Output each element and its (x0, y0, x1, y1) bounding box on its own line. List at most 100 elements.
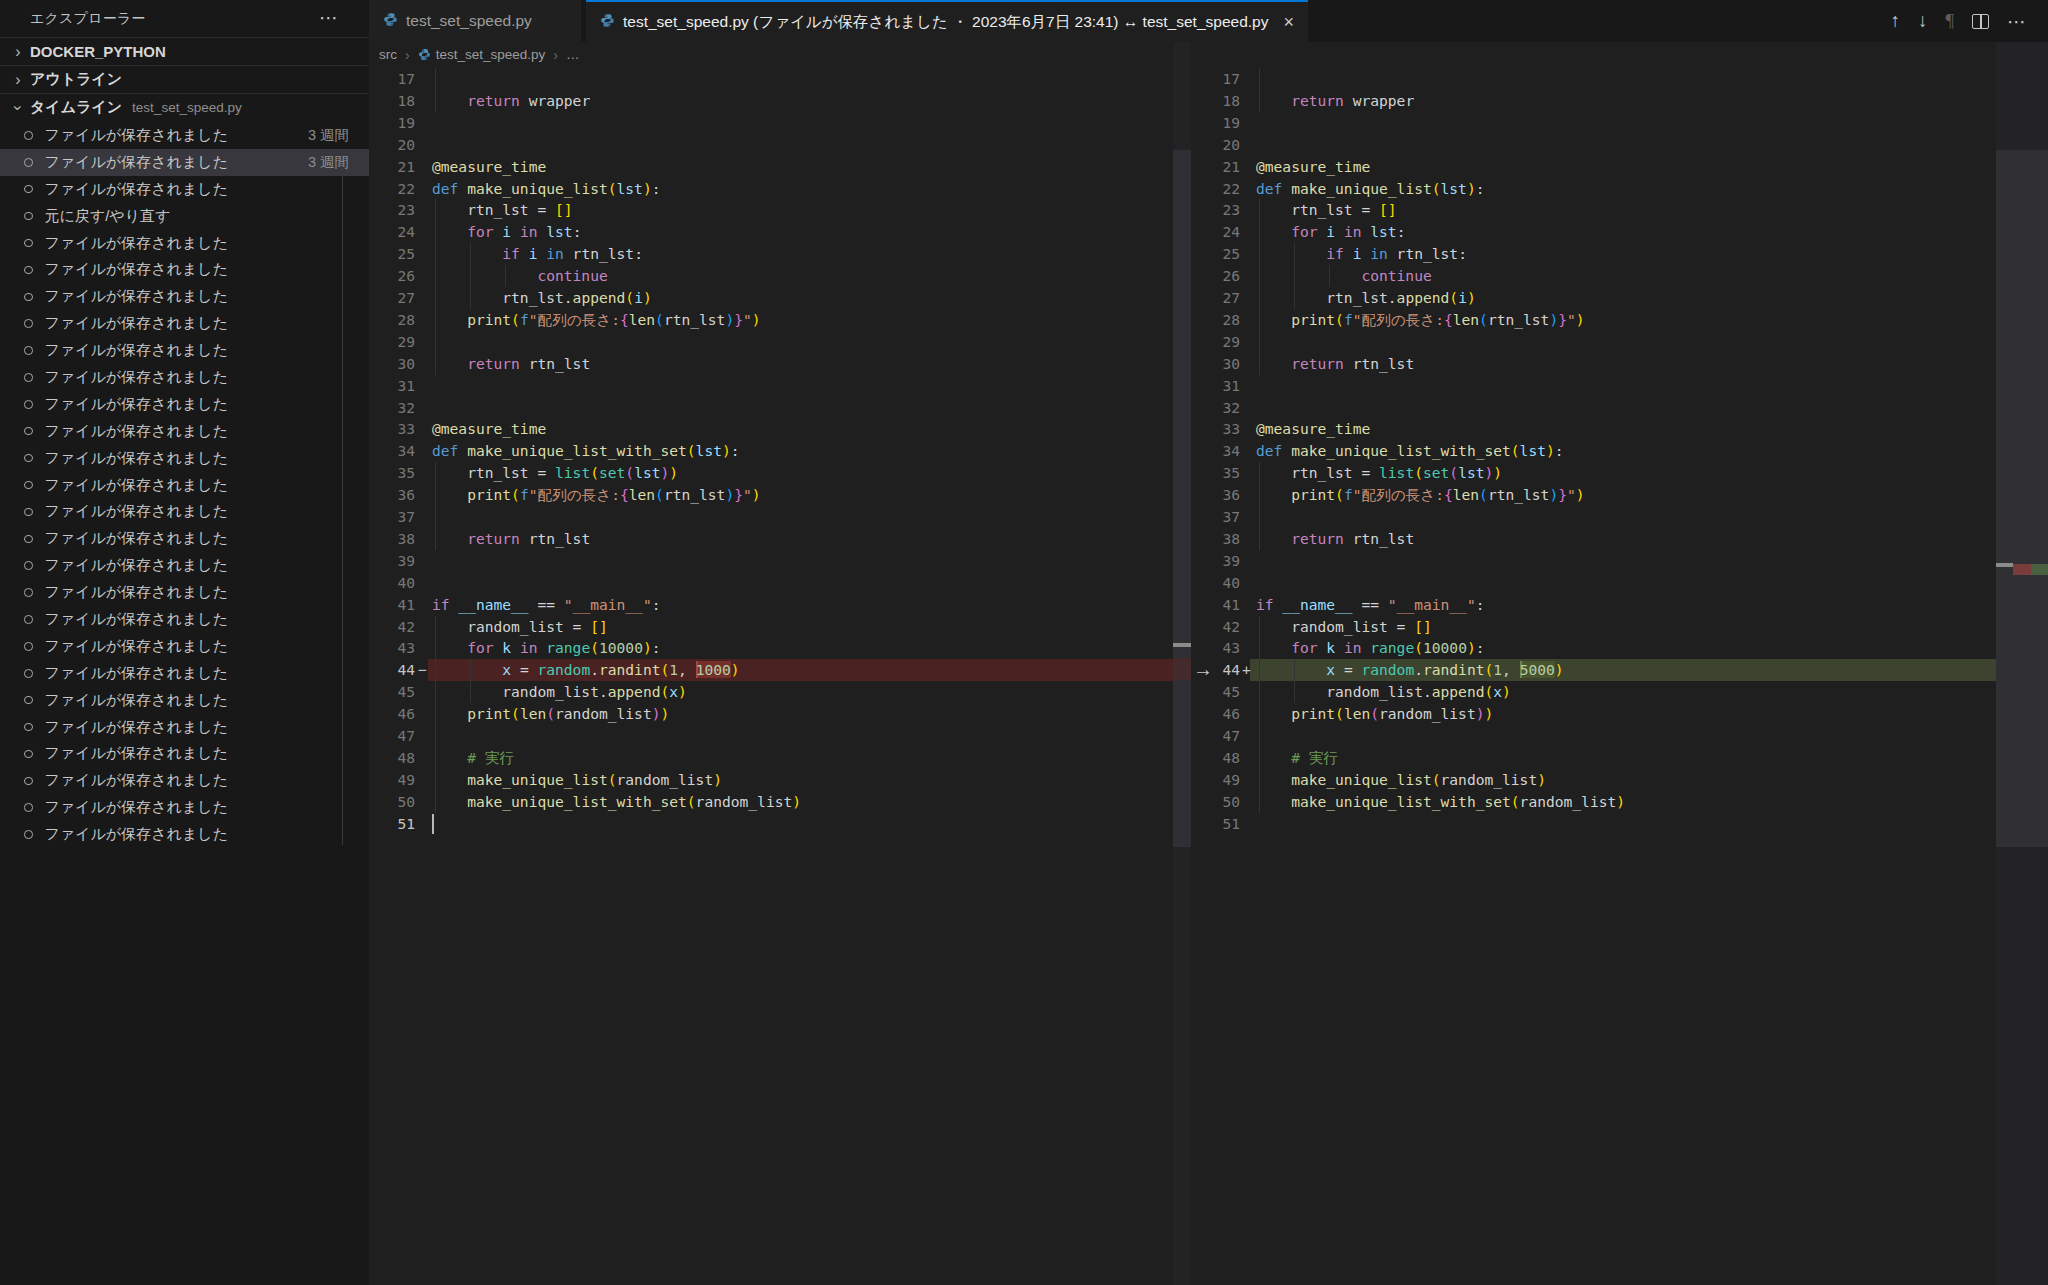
code-line[interactable]: 17 (1191, 68, 1996, 90)
timeline-item[interactable]: ファイルが保存されました (0, 579, 369, 606)
code-line[interactable]: 51 (370, 813, 1173, 835)
timeline-item[interactable]: ファイルが保存されました (0, 391, 369, 418)
code-line[interactable]: 29 (1191, 331, 1996, 353)
code-line[interactable]: 39 (1191, 550, 1996, 572)
code-line[interactable]: 44+ x = random.randint(1, 5000) (1191, 659, 1996, 681)
code-line[interactable]: 21@measure_time (370, 156, 1173, 178)
code-line[interactable]: 50 make_unique_list_with_set(random_list… (1191, 791, 1996, 813)
code-line[interactable]: 28 print(f"配列の長さ:{len(rtn_lst)}") (1191, 309, 1996, 331)
timeline-item[interactable]: ファイルが保存されました (0, 310, 369, 337)
code-line[interactable]: 32 (1191, 397, 1996, 419)
code-line[interactable]: 21@measure_time (1191, 156, 1996, 178)
timeline-item[interactable]: ファイルが保存されました (0, 687, 369, 714)
code-line[interactable]: 24 for i in lst: (1191, 221, 1996, 243)
explorer-more-icon[interactable]: ⋯ (319, 5, 339, 28)
tab-diff-test-set-speed[interactable]: test_set_speed.py (ファイルが保存されました ・ 2023年6… (586, 0, 1308, 42)
code-line[interactable]: 48 # 実行 (370, 747, 1173, 769)
code-line[interactable]: 43 for k in range(10000): (370, 637, 1173, 659)
code-line[interactable]: 32 (370, 397, 1173, 419)
sidebar-section-timeline[interactable]: › タイムライン test_set_speed.py (0, 93, 369, 121)
code-line[interactable]: 23 rtn_lst = [] (1191, 199, 1996, 221)
code-line[interactable]: 42 random_list = [] (1191, 616, 1996, 638)
code-line[interactable]: 49 make_unique_list(random_list) (370, 769, 1173, 791)
timeline-item[interactable]: ファイルが保存されました (0, 283, 369, 310)
left-editor-scrollbar[interactable] (1173, 42, 1191, 1285)
code-line[interactable]: 51 (1191, 813, 1996, 835)
timeline-item[interactable]: ファイルが保存されました (0, 472, 369, 499)
code-line[interactable]: 22def make_unique_list(lst): (1191, 178, 1996, 200)
code-line[interactable]: 20 (370, 134, 1173, 156)
split-editor-icon[interactable] (1972, 14, 1989, 29)
timeline-item[interactable]: ファイルが保存されました (0, 364, 369, 391)
tab-test-set-speed[interactable]: test_set_speed.py (369, 0, 581, 42)
code-line[interactable]: 25 if i in rtn_lst: (1191, 243, 1996, 265)
code-line[interactable]: 24 for i in lst: (370, 221, 1173, 243)
code-line[interactable]: 48 # 実行 (1191, 747, 1996, 769)
close-icon[interactable]: × (1283, 12, 1294, 33)
code-line[interactable]: 20 (1191, 134, 1996, 156)
code-line[interactable]: 49 make_unique_list(random_list) (1191, 769, 1996, 791)
more-actions-icon[interactable]: ⋯ (2007, 10, 2026, 33)
code-line[interactable]: 46 print(len(random_list)) (1191, 703, 1996, 725)
code-line[interactable]: 38 return rtn_lst (370, 528, 1173, 550)
code-line[interactable]: 40 (1191, 572, 1996, 594)
timeline-item[interactable]: ファイルが保存されました3 週間 (0, 122, 369, 149)
diff-original-editor[interactable]: 1718 return wrapper192021@measure_time22… (370, 66, 1173, 1285)
timeline-item[interactable]: ファイルが保存されました (0, 740, 369, 767)
code-line[interactable]: 50 make_unique_list_with_set(random_list… (370, 791, 1173, 813)
timeline-item[interactable]: 元に戻す/やり直す (0, 203, 369, 230)
code-line[interactable]: 18 return wrapper (1191, 90, 1996, 112)
code-line[interactable]: 43 for k in range(10000): (1191, 637, 1996, 659)
pilcrow-icon[interactable]: ¶ (1945, 10, 1954, 32)
code-line[interactable]: 35 rtn_lst = list(set(lst)) (370, 462, 1173, 484)
timeline-item[interactable]: ファイルが保存されました (0, 821, 369, 848)
code-line[interactable]: 27 rtn_lst.append(i) (370, 287, 1173, 309)
timeline-item[interactable]: ファイルが保存されました (0, 633, 369, 660)
arrow-down-icon[interactable]: ↓ (1918, 10, 1928, 32)
timeline-item[interactable]: ファイルが保存されました (0, 767, 369, 794)
timeline-item[interactable]: ファイルが保存されました (0, 445, 369, 472)
code-line[interactable]: 30 return rtn_lst (370, 353, 1173, 375)
code-line[interactable]: 31 (1191, 375, 1996, 397)
code-line[interactable]: 30 return rtn_lst (1191, 353, 1996, 375)
code-line[interactable]: 25 if i in rtn_lst: (370, 243, 1173, 265)
timeline-item[interactable]: ファイルが保存されました (0, 660, 369, 687)
code-line[interactable]: 27 rtn_lst.append(i) (1191, 287, 1996, 309)
diff-modified-editor[interactable]: 1718 return wrapper192021@measure_time22… (1191, 66, 1996, 1285)
code-line[interactable]: 31 (370, 375, 1173, 397)
code-line[interactable]: 18 return wrapper (370, 90, 1173, 112)
code-line[interactable]: 46 print(len(random_list)) (370, 703, 1173, 725)
right-editor-scrollbar[interactable] (1996, 42, 2013, 1285)
timeline-item[interactable]: ファイルが保存されました (0, 606, 369, 633)
code-line[interactable]: 37 (370, 506, 1173, 528)
breadcrumb-item-file[interactable]: test_set_speed.py (436, 47, 546, 62)
code-line[interactable]: 23 rtn_lst = [] (370, 199, 1173, 221)
code-line[interactable]: 19 (1191, 112, 1996, 134)
code-line[interactable]: 47 (370, 725, 1173, 747)
code-line[interactable]: 22def make_unique_list(lst): (370, 178, 1173, 200)
timeline-item[interactable]: ファイルが保存されました (0, 525, 369, 552)
code-line[interactable]: 33@measure_time (370, 418, 1173, 440)
timeline-item[interactable]: ファイルが保存されました (0, 176, 369, 203)
timeline-item[interactable]: ファイルが保存されました (0, 418, 369, 445)
code-line[interactable]: 29 (370, 331, 1173, 353)
breadcrumb-item-src[interactable]: src (379, 47, 397, 62)
code-line[interactable]: 26 continue (370, 265, 1173, 287)
timeline-item[interactable]: ファイルが保存されました (0, 714, 369, 741)
timeline-item[interactable]: ファイルが保存されました (0, 337, 369, 364)
code-line[interactable]: 38 return rtn_lst (1191, 528, 1996, 550)
code-line[interactable]: 37 (1191, 506, 1996, 528)
code-line[interactable]: 17 (370, 68, 1173, 90)
code-line[interactable]: 26 continue (1191, 265, 1996, 287)
code-line[interactable]: 41if __name__ == "__main__": (1191, 594, 1996, 616)
code-line[interactable]: 36 print(f"配列の長さ:{len(rtn_lst)}") (1191, 484, 1996, 506)
timeline-item[interactable]: ファイルが保存されました (0, 552, 369, 579)
code-line[interactable]: 39 (370, 550, 1173, 572)
code-line[interactable]: 41if __name__ == "__main__": (370, 594, 1173, 616)
sidebar-section-outline[interactable]: › アウトライン (0, 65, 369, 93)
code-line[interactable]: 35 rtn_lst = list(set(lst)) (1191, 462, 1996, 484)
revert-change-arrow[interactable]: → (1193, 659, 1219, 681)
timeline-item[interactable]: ファイルが保存されました (0, 256, 369, 283)
code-line[interactable]: 33@measure_time (1191, 418, 1996, 440)
code-line[interactable]: 44− x = random.randint(1, 1000) (370, 659, 1173, 681)
